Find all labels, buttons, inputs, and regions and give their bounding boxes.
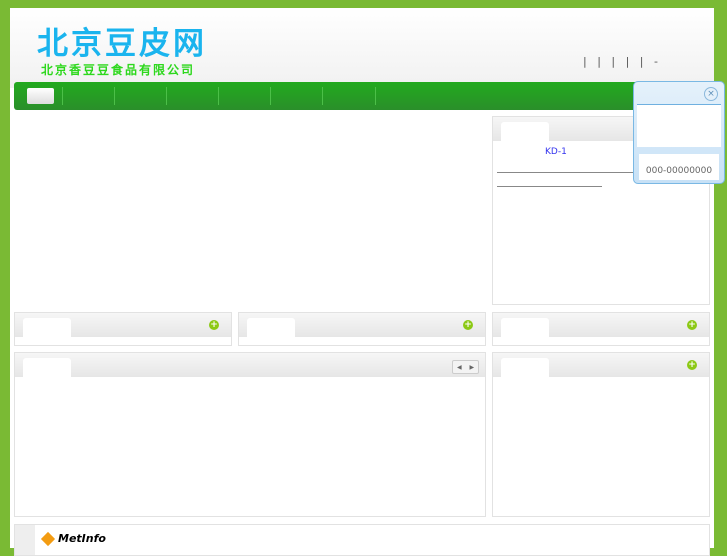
site-logo[interactable]: 北京豆皮网 <box>37 18 207 63</box>
news-box-2: + <box>238 312 486 346</box>
box-tab[interactable] <box>501 358 549 378</box>
prev-icon[interactable]: ◀ <box>457 364 462 371</box>
header: 北京豆皮网 北京香豆豆食品有限公司 | | | | | - <box>10 8 714 88</box>
divider <box>497 186 602 187</box>
popup-phone: 000-00000000 <box>639 154 719 180</box>
next-icon[interactable]: ▶ <box>469 364 474 371</box>
nav-item-home[interactable] <box>27 88 54 104</box>
footer: MetInfo <box>14 524 710 556</box>
product-showcase: ◀ ▶ <box>14 352 486 517</box>
more-icon[interactable]: + <box>687 320 697 330</box>
divider <box>497 172 647 173</box>
nav-separator <box>166 87 167 105</box>
company-name: 北京香豆豆食品有限公司 <box>41 63 196 77</box>
popup-content <box>637 104 721 147</box>
box-tab[interactable] <box>501 318 549 338</box>
box-tab[interactable] <box>23 318 71 338</box>
nav-separator <box>62 87 63 105</box>
scroll-arrows: ◀ ▶ <box>452 360 479 374</box>
nav-separator <box>322 87 323 105</box>
box-tab[interactable] <box>247 318 295 338</box>
nav-separator <box>218 87 219 105</box>
more-icon[interactable]: + <box>209 320 219 330</box>
nav-separator <box>114 87 115 105</box>
more-icon[interactable]: + <box>463 320 473 330</box>
contact-popup: × 000-00000000 <box>633 81 725 184</box>
footer-brand[interactable]: MetInfo <box>58 532 106 545</box>
box-tab[interactable] <box>23 358 71 378</box>
side-box: + <box>492 352 710 517</box>
metinfo-logo-icon <box>40 531 56 547</box>
nav-separator <box>375 87 376 105</box>
main-nav <box>14 82 714 110</box>
nav-separator <box>270 87 271 105</box>
more-icon[interactable]: + <box>687 360 697 370</box>
close-icon[interactable]: × <box>704 87 718 101</box>
news-box-3: + <box>492 312 710 346</box>
news-box-1: + <box>14 312 232 346</box>
box-tab[interactable] <box>501 122 549 142</box>
product-link[interactable]: KD-1 <box>545 147 567 157</box>
top-links[interactable]: | | | | | - <box>583 55 658 68</box>
